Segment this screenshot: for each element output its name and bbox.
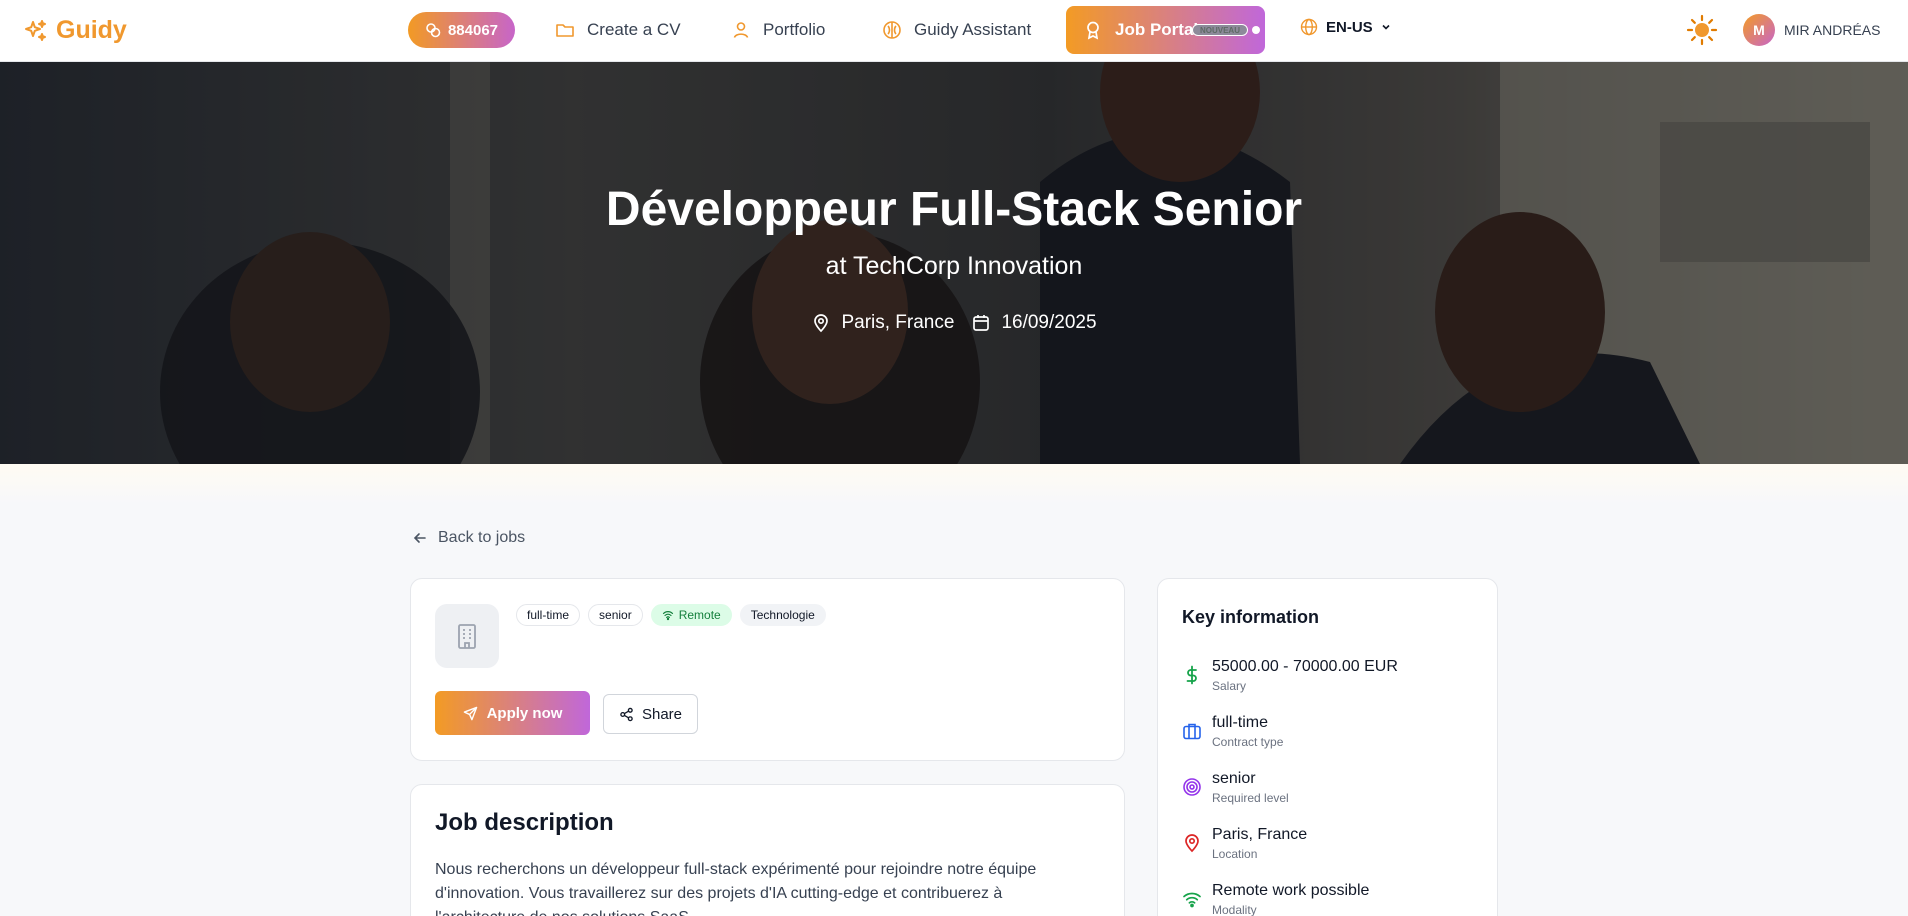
nav-guidy-assistant[interactable]: Guidy Assistant <box>882 13 1031 47</box>
new-badge: NOUVEAU <box>1192 24 1248 36</box>
map-pin-icon <box>814 314 829 333</box>
share-button[interactable]: Share <box>603 694 698 734</box>
job-location-text: Paris, France <box>841 312 955 333</box>
credits-count: 884067 <box>447 21 499 39</box>
salary-value: 55000.00 - 70000.00 EUR <box>1212 658 1398 675</box>
arrow-left-icon <box>413 533 426 543</box>
globe-icon <box>1300 18 1318 36</box>
back-to-jobs-link[interactable]: Back to jobs <box>412 529 525 547</box>
sparkles-icon <box>25 19 46 41</box>
company-name: at TechCorp Innovation <box>825 252 1083 280</box>
top-nav: Guidy 884067 Create a CV Portfolio Guidy… <box>0 0 1908 62</box>
nav-create-cv-label: Create a CV <box>587 20 681 39</box>
language-selector[interactable]: EN-US <box>1300 18 1391 36</box>
dollar-icon <box>1186 665 1197 685</box>
modality-value: Remote work possible <box>1212 882 1370 899</box>
target-icon <box>1183 778 1201 796</box>
chevron-down-icon <box>1382 24 1390 30</box>
job-title: Développeur Full-Stack Senior <box>605 183 1303 236</box>
user-icon <box>733 22 749 38</box>
salary-label: Salary <box>1212 679 1247 693</box>
brand-logo[interactable]: Guidy <box>24 16 127 45</box>
credits-button[interactable]: 884067 <box>408 12 515 48</box>
info-modality: Remote work possible Modality <box>1182 881 1369 916</box>
job-tags: full-time senior Remote Technologie <box>516 604 826 626</box>
info-required-level: senior Required level <box>1182 769 1289 805</box>
coins-icon <box>426 23 441 38</box>
required-level-value: senior <box>1212 770 1256 787</box>
tag-level: senior <box>588 604 643 626</box>
map-pin-icon <box>1185 834 1199 853</box>
nav-create-cv[interactable]: Create a CV <box>555 13 681 47</box>
key-information-card: Key information 55000.00 - 70000.00 EUR S… <box>1157 578 1498 916</box>
tag-remote-label: Remote <box>678 608 721 622</box>
job-summary-card: full-time senior Remote Technologie Appl… <box>410 578 1125 761</box>
location-value: Paris, France <box>1212 826 1308 843</box>
job-date: 16/09/2025 <box>971 312 1097 334</box>
apply-now-button[interactable]: Apply now <box>435 691 590 735</box>
job-description-card: Job description Nous recherchons un déve… <box>410 784 1125 916</box>
notification-dot <box>1252 26 1260 34</box>
nav-guidy-assistant-label: Guidy Assistant <box>914 20 1032 39</box>
tag-remote: Remote <box>650 604 732 626</box>
section-divider <box>0 464 1908 504</box>
company-logo <box>435 604 499 668</box>
job-date-text: 16/09/2025 <box>1001 312 1097 333</box>
avatar: M <box>1743 14 1775 46</box>
back-label: Back to jobs <box>438 529 526 546</box>
apply-now-label: Apply now <box>486 704 563 722</box>
user-menu[interactable]: M MIR ANDRÉAS <box>1743 14 1880 46</box>
calendar-icon <box>973 315 990 331</box>
briefcase-icon <box>1183 723 1201 740</box>
folder-icon <box>556 24 574 37</box>
award-icon <box>1087 21 1099 40</box>
sun-icon[interactable] <box>1686 14 1718 46</box>
contract-type-value: full-time <box>1212 714 1269 731</box>
share-label: Share <box>641 705 683 723</box>
nav-job-portal[interactable]: Job Portal NOUVEAU <box>1066 6 1265 54</box>
info-salary: 55000.00 - 70000.00 EUR Salary <box>1182 657 1398 693</box>
nav-portfolio-label: Portfolio <box>763 20 826 39</box>
job-description-text: Nous recherchons un développeur full-sta… <box>435 861 1037 916</box>
building-icon <box>458 624 476 649</box>
info-contract-type: full-time Contract type <box>1182 713 1283 749</box>
nav-portfolio[interactable]: Portfolio <box>731 13 825 47</box>
user-name: MIR ANDRÉAS <box>1784 22 1881 38</box>
required-level-label: Required level <box>1212 791 1289 805</box>
tag-category: Technologie <box>739 604 826 626</box>
language-label: EN-US <box>1326 18 1373 36</box>
wifi-icon <box>1183 892 1201 908</box>
job-portal-label: Job Portal <box>1115 20 1199 39</box>
brand-name: Guidy <box>56 16 127 44</box>
contract-type-label: Contract type <box>1212 735 1284 749</box>
key-information-title: Key information <box>1182 607 1320 627</box>
tag-contract: full-time <box>516 604 581 626</box>
brain-icon <box>883 21 901 39</box>
job-description-title: Job description <box>435 809 614 836</box>
job-location: Paris, France <box>811 312 954 334</box>
modality-label: Modality <box>1212 903 1257 916</box>
hero-banner: Développeur Full-Stack Senior at TechCor… <box>0 62 1908 464</box>
info-location: Paris, France Location <box>1182 825 1307 861</box>
location-label: Location <box>1212 847 1258 861</box>
share-icon <box>620 707 633 721</box>
send-icon <box>463 706 477 720</box>
job-meta: Paris, France 16/09/2025 <box>0 312 1908 334</box>
wifi-icon <box>662 611 673 621</box>
